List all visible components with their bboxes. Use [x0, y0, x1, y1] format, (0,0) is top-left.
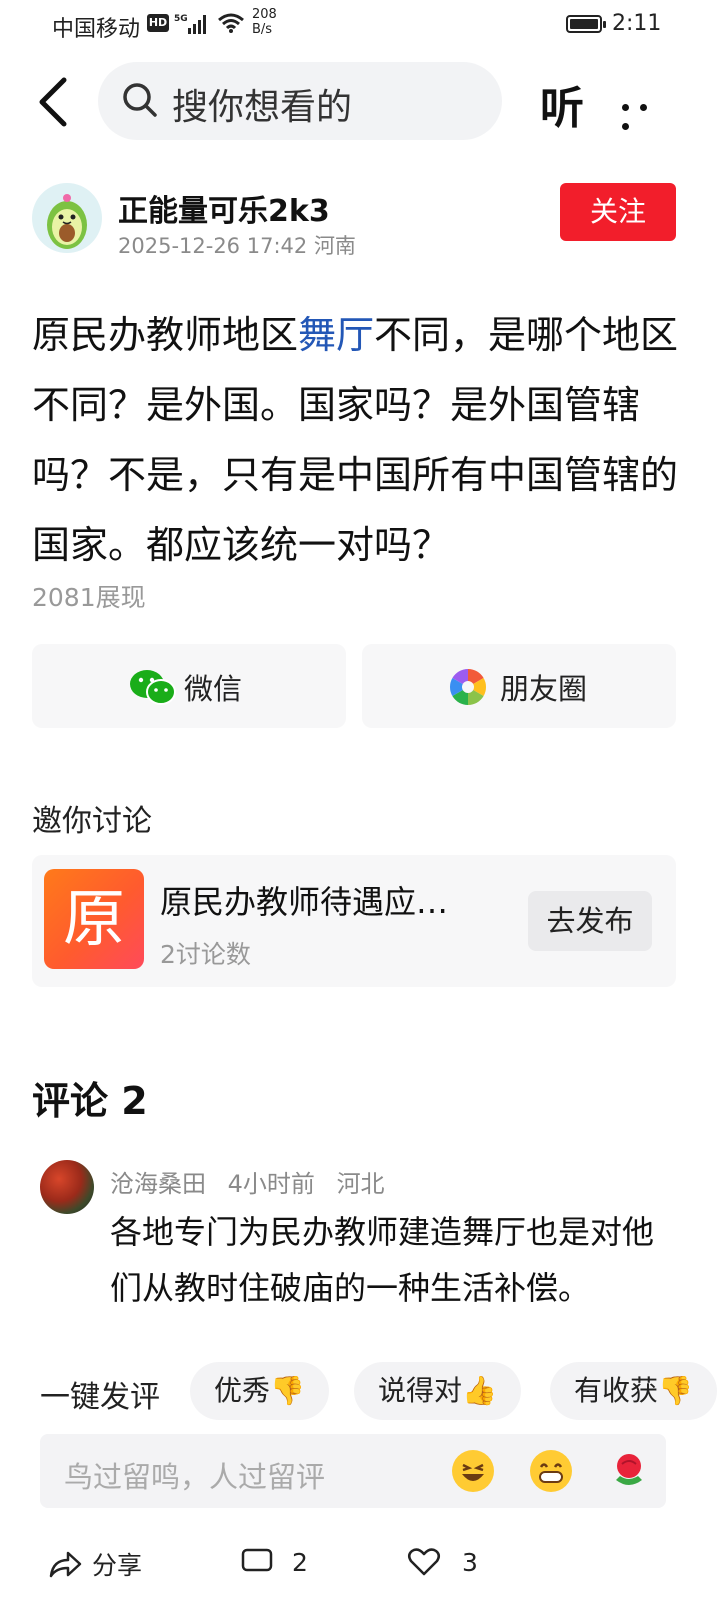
quick-reply-label: 一键发评 — [40, 1380, 160, 1415]
share-icon — [49, 1551, 82, 1578]
post-body: 原民办教师地区舞厅不同，是哪个地区不同？是外国。国家吗？是外国管辖吗？不是，只有… — [32, 300, 688, 580]
publish-button[interactable]: 去发布 — [528, 891, 652, 951]
battery-icon — [566, 15, 606, 33]
search-bar[interactable]: 搜你想看的 — [98, 62, 502, 140]
status-bar: 中国移动 HD 5G 208 B/s 2:11 — [0, 0, 720, 50]
comment-text: 各地专门为民办教师建造舞厅也是对他们从教时住破庙的一种生活补偿。 — [110, 1213, 655, 1307]
share-moments-label: 朋友圈 — [500, 672, 588, 706]
comment-button[interactable]: 2 — [240, 1546, 308, 1577]
wifi-icon — [218, 13, 244, 33]
quick-reply-chip[interactable]: 优秀👎 — [190, 1362, 329, 1420]
post-meta: 2025-12-26 17:42 河南 — [118, 230, 356, 260]
speed-unit: B/s — [252, 22, 273, 37]
laughing-emoji-icon[interactable] — [452, 1450, 494, 1492]
commenter-avatar[interactable] — [40, 1160, 94, 1214]
network-type-label: 5G — [174, 14, 188, 24]
invite-topic-card[interactable]: 原 原民办教师待遇应… 2讨论数 去发布 — [32, 855, 676, 987]
clock: 2:11 — [612, 11, 662, 36]
heart-icon — [408, 1548, 440, 1576]
comment-bubble-icon — [241, 1548, 273, 1572]
comment-time: 4小时前 — [227, 1170, 315, 1198]
share-wechat-label: 微信 — [184, 672, 243, 706]
avocado-avatar-icon — [47, 194, 87, 249]
commenter-name[interactable]: 沧海桑田 — [110, 1170, 206, 1198]
author-avatar[interactable] — [32, 183, 102, 253]
rose-emoji-icon[interactable] — [608, 1450, 650, 1492]
hd-badge: HD — [147, 14, 169, 32]
comments-title: 评论 2 — [32, 1079, 148, 1123]
quick-reply-chip[interactable]: 说得对👍 — [354, 1362, 521, 1420]
speed-value: 208 — [252, 7, 277, 22]
comment-count: 2 — [291, 1547, 308, 1577]
quick-reply-bar: 一键发评 优秀👎 说得对👍 有收获👎 — [0, 1360, 720, 1424]
more-options-icon[interactable] — [622, 96, 670, 130]
topic-discussion-count: 2讨论数 — [160, 940, 251, 969]
search-placeholder: 搜你想看的 — [172, 87, 353, 128]
comment-meta: 沧海桑田 4小时前 河北 — [110, 1164, 385, 1199]
share-label: 分享 — [91, 1551, 142, 1580]
share-wechat-button[interactable]: 微信 — [32, 644, 346, 728]
post-text-part: 原民办教师地区 — [32, 313, 299, 357]
wechat-icon — [130, 670, 176, 705]
signal-icon: 5G — [174, 14, 206, 34]
share-button[interactable]: 分享 — [48, 1546, 142, 1582]
invite-section-title: 邀你讨论 — [32, 804, 152, 839]
topic-thumbnail: 原 — [44, 869, 144, 969]
back-arrow-icon[interactable] — [34, 74, 74, 130]
like-count: 3 — [461, 1547, 478, 1577]
post-location: 河南 — [313, 234, 356, 258]
follow-button[interactable]: 关注 — [560, 183, 676, 241]
listen-button[interactable]: 听 — [540, 72, 584, 136]
post-datetime: 2025-12-26 17:42 — [118, 234, 308, 258]
author-name[interactable]: 正能量可乐2k3 — [118, 186, 330, 230]
search-icon — [123, 83, 157, 117]
moments-aperture-icon — [449, 669, 487, 705]
bottom-action-bar: 分享 2 3 — [0, 1540, 720, 1600]
like-button[interactable]: 3 — [406, 1546, 478, 1577]
post-keyword-link[interactable]: 舞厅 — [298, 313, 374, 357]
comment-location: 河北 — [336, 1170, 385, 1198]
grinning-emoji-icon[interactable] — [530, 1450, 572, 1492]
topic-name: 原民办教师待遇应… — [160, 883, 449, 921]
carrier-name: 中国移动 — [52, 17, 141, 42]
share-moments-button[interactable]: 朋友圈 — [362, 644, 676, 728]
comment-input[interactable]: 鸟过留鸣，人过留评 — [40, 1434, 666, 1508]
view-count: 2081展现 — [32, 583, 146, 612]
comment-input-placeholder: 鸟过留鸣，人过留评 — [64, 1460, 326, 1494]
quick-reply-chip[interactable]: 有收获👎 — [550, 1362, 717, 1420]
network-speed: 208 B/s — [252, 7, 277, 37]
